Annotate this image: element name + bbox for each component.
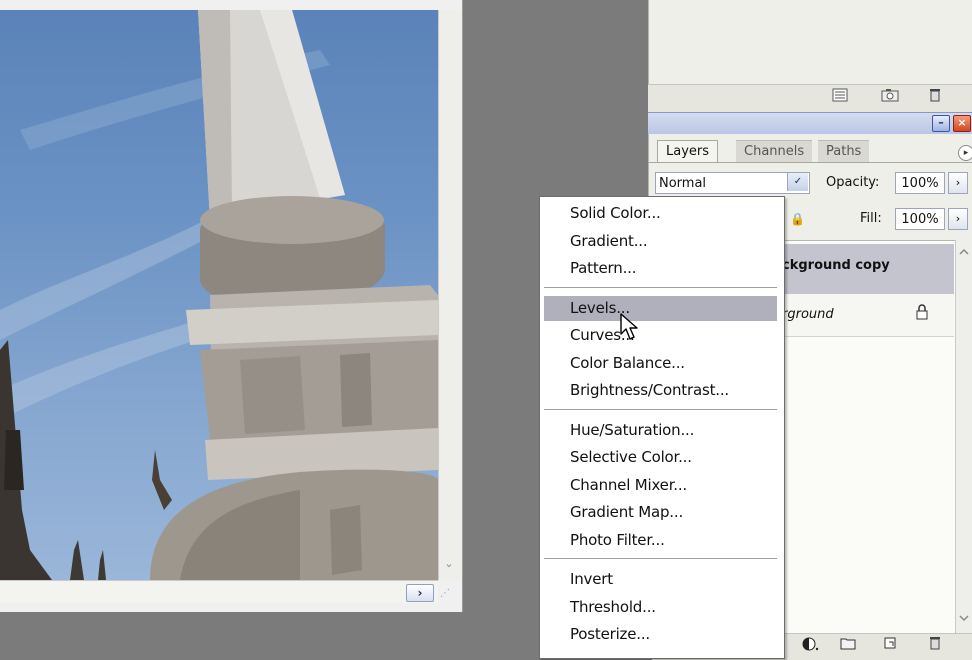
opacity-label: Opacity: (826, 175, 880, 190)
photo-stupa (0, 10, 438, 580)
trash-icon[interactable] (925, 88, 945, 106)
list-icon[interactable] (830, 88, 850, 106)
scroll-down-arrow-icon[interactable] (957, 612, 970, 625)
menu-item-brightness-contrast[interactable]: Brightness/Contrast... (544, 378, 777, 403)
menu-item-posterize[interactable]: Posterize... (544, 622, 777, 647)
minimize-button[interactable]: – (932, 115, 950, 132)
new-layer-icon[interactable] (880, 636, 900, 654)
image-canvas[interactable] (0, 10, 438, 580)
menu-item-pattern[interactable]: Pattern... (544, 256, 777, 281)
vertical-scrollbar[interactable] (438, 10, 461, 580)
menu-item-levels[interactable]: Levels... (544, 295, 777, 321)
lock-all-icon[interactable]: 🔒 (790, 212, 805, 226)
layers-scrollbar[interactable] (955, 240, 972, 632)
menu-item-selective-color[interactable]: Selective Color... (544, 445, 777, 470)
layer-lock-icon (915, 304, 931, 320)
scroll-right-arrow-icon[interactable]: › (406, 584, 434, 602)
menu-item-color-balance[interactable]: Color Balance... (544, 351, 777, 376)
camera-icon[interactable] (880, 88, 900, 106)
layer-name[interactable]: rground (782, 307, 834, 322)
tab-layers[interactable]: Layers (657, 140, 719, 163)
menu-item-invert[interactable]: Invert (544, 567, 777, 592)
tab-channels[interactable]: Channels (736, 140, 813, 163)
chevron-down-icon[interactable]: ✓ (787, 173, 808, 191)
panel-title-bar[interactable] (648, 112, 972, 135)
menu-item-hue-saturation[interactable]: Hue/Saturation... (544, 418, 777, 443)
close-button[interactable]: × (953, 115, 971, 132)
top-panel-toolbar (648, 84, 972, 113)
scroll-up-arrow-icon[interactable] (957, 246, 970, 259)
menu-item-photo-filter[interactable]: Photo Filter... (544, 528, 777, 553)
menu-item-threshold[interactable]: Threshold... (544, 595, 777, 620)
menu-separator (544, 286, 777, 289)
menu-item-gradient[interactable]: Gradient... (544, 229, 777, 254)
panel-menu-icon[interactable]: ▸ (958, 145, 972, 161)
horizontal-scrollbar[interactable] (0, 580, 438, 603)
fill-field[interactable]: 100% (895, 208, 945, 230)
resize-grip-icon[interactable]: ⋰ (440, 588, 458, 604)
menu-separator (544, 408, 777, 411)
tabs-divider (648, 162, 972, 163)
menu-item-solid-color[interactable]: Solid Color... (544, 201, 777, 226)
menu-separator (544, 558, 777, 560)
opacity-field[interactable]: 100% (895, 172, 945, 194)
menu-item-gradient-map[interactable]: Gradient Map... (544, 500, 777, 525)
fill-label: Fill: (860, 211, 882, 226)
folder-icon[interactable] (838, 636, 858, 654)
trash-icon[interactable] (925, 636, 945, 654)
scroll-down-arrow-icon[interactable]: ⌄ (441, 556, 457, 572)
mouse-pointer-icon (619, 312, 643, 342)
fill-slider-arrow-icon[interactable]: › (948, 208, 968, 230)
tab-paths[interactable]: Paths (818, 140, 870, 163)
adjustment-layer-icon[interactable] (800, 636, 820, 654)
layer-name[interactable]: ckground copy (782, 258, 890, 273)
menu-item-curves[interactable]: Curves... (544, 323, 777, 348)
menu-item-channel-mixer[interactable]: Channel Mixer... (544, 473, 777, 498)
opacity-slider-arrow-icon[interactable]: › (948, 172, 968, 194)
